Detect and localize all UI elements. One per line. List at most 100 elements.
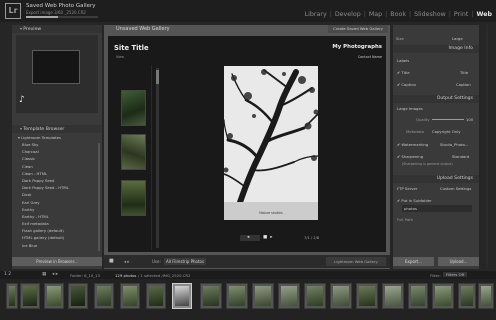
main-gallery-photo[interactable]: Nature studies [224,66,318,220]
filter-dropdown[interactable]: Filters Off [443,272,468,277]
export-progress-fill [26,16,59,18]
quality-label: Quality [416,117,430,122]
filmstrip-thumbnail[interactable] [20,283,40,309]
subfolder-checkbox[interactable]: ✔ Put in Subfolder [397,198,432,203]
filmstrip-thumbnail[interactable] [304,283,326,309]
metadata-dropdown[interactable]: Copyright Only [432,129,460,134]
collection-title[interactable]: My Photographs [330,44,382,50]
template-item[interactable]: Blue Sky [22,141,100,148]
filmstrip-thumbnail[interactable] [94,283,114,309]
gallery-thumbnail[interactable] [121,90,146,126]
strip-scrollbar-thumb[interactable] [156,70,159,84]
preview-in-browser-button[interactable]: Preview in Browser... [12,257,102,266]
template-item[interactable]: Earl Grey [22,199,100,206]
template-folder[interactable]: ▾ Lightroom Templates [18,135,61,140]
filmstrip-thumbnail[interactable] [432,283,454,309]
sharpening-note: (Sharpening is general output) [402,162,453,166]
navigation-arrows[interactable]: ◂ ▸ [124,259,130,264]
template-item[interactable]: Clean - HTML [22,170,100,177]
metadata-label: Metadata [406,129,424,134]
filmstrip-thumbnail[interactable] [278,283,300,309]
template-item[interactable]: Dark Poppy Seed - HTML [22,184,100,191]
template-item[interactable]: Ice Blue [22,242,100,249]
template-item[interactable]: Earthy [22,206,100,213]
filmstrip-thumbnail[interactable] [44,283,64,309]
template-item[interactable]: HTML gallery (default) [22,234,100,241]
filmstrip-nav-arrows[interactable]: ◂ ▸ [52,272,58,277]
filmstrip-thumbnail[interactable] [330,283,352,309]
caption-checkbox[interactable]: ✔ Caption [397,82,416,87]
template-item[interactable]: Dusk [22,191,100,198]
filmstrip-thumbnail[interactable] [252,283,274,309]
preview-gallery-button[interactable]: Lightroom Web Gallery [326,257,386,266]
template-item[interactable]: Earthy - HTML [22,213,100,220]
filmstrip-image [281,286,297,306]
preview-panel-header[interactable]: ▾ Preview [12,25,102,33]
template-item[interactable]: Flash gallery (default) [22,227,100,234]
module-book[interactable]: Book [389,11,407,18]
filmstrip-thumbnail[interactable] [200,283,222,309]
title-dropdown[interactable]: Title [460,70,468,75]
caption-dropdown[interactable]: Caption [456,82,471,87]
watermarking-checkbox[interactable]: ✔ Watermarking [397,142,428,147]
template-item[interactable]: Classic [22,155,100,162]
filmstrip-thumbnail[interactable] [120,283,140,309]
sharpening-checkbox[interactable]: ✔ Sharpening [397,154,423,159]
watermarking-label: Watermarking [401,142,429,147]
page-buttons[interactable]: 1 2 [4,272,11,277]
create-saved-gallery-button[interactable]: Create Saved Web Gallery [328,25,388,33]
filmstrip-thumbnail[interactable] [356,283,378,309]
ftp-dropdown[interactable]: Custom Settings [440,186,471,191]
image-info-header[interactable]: Image Info [393,45,479,53]
module-web[interactable]: Web [476,11,494,18]
filmstrip-thumbnail[interactable] [68,283,88,309]
previous-icon[interactable]: ◂ [247,235,249,240]
grid-view-icon[interactable]: ■ [109,258,114,264]
filmstrip-thumbnail[interactable] [458,283,476,309]
template-item[interactable]: Exif metadata [22,220,100,227]
strip-scrollbar-track[interactable] [156,68,159,248]
upload-settings-header[interactable]: Upload Settings [393,175,479,183]
filmstrip-thumbnail[interactable] [478,283,494,309]
filmstrip-thumbnail[interactable] [6,283,18,309]
template-browser-header[interactable]: ▾ Template Browser [12,125,102,133]
next-icon[interactable]: ▸ [270,235,272,240]
gallery-thumbnail[interactable] [121,180,146,216]
module-map[interactable]: Map [368,11,383,18]
title-checkbox[interactable]: ✔ Title [397,70,410,75]
sharpening-dropdown[interactable]: Standard [452,154,469,159]
template-item[interactable]: Charcoal [22,148,100,155]
lightroom-logo: Lr [5,3,21,19]
watermark-dropdown[interactable]: Studio_Photo... [440,142,468,147]
site-subtitle[interactable]: View [116,55,124,59]
subfolder-input[interactable]: photos [402,205,472,212]
use-photos-dropdown[interactable]: All Filmstrip Photos [164,258,207,265]
output-settings-header[interactable]: Output Settings [393,95,479,103]
upload-button[interactable]: Upload... [438,257,479,266]
module-library[interactable]: Library [304,11,328,18]
quality-slider[interactable] [432,119,464,120]
filmstrip-thumbnail[interactable] [226,283,248,309]
quality-value[interactable]: 100 [466,117,473,122]
filmstrip-thumbnail[interactable] [408,283,428,309]
folder-path[interactable]: Folder: 6_10_13 [70,273,100,278]
photo-count: 129 photos [115,273,137,278]
filmstrip-image [203,286,219,306]
gallery-thumbnail[interactable] [121,134,146,170]
filmstrip-thumbnail[interactable] [382,283,404,309]
grid-view-icon[interactable]: ▦ [42,272,46,277]
contact-name[interactable]: Contact Name [330,55,382,59]
module-slideshow[interactable]: Slideshow [413,11,447,18]
export-button[interactable]: Export... [393,257,434,266]
filmstrip-thumbnail-selected[interactable] [172,283,192,309]
play-stop-icon[interactable]: ■ [263,235,267,240]
template-item[interactable]: Clean [22,163,100,170]
module-develop[interactable]: Develop [334,11,362,18]
module-print[interactable]: Print [453,11,470,18]
template-scrollbar[interactable] [98,143,100,251]
size-dropdown[interactable]: Large [452,36,463,41]
site-title[interactable]: Site Title [114,44,149,52]
filmstrip-image [175,286,189,306]
filmstrip-thumbnail[interactable] [146,283,166,309]
template-item[interactable]: Dark Poppy Seed [22,177,100,184]
